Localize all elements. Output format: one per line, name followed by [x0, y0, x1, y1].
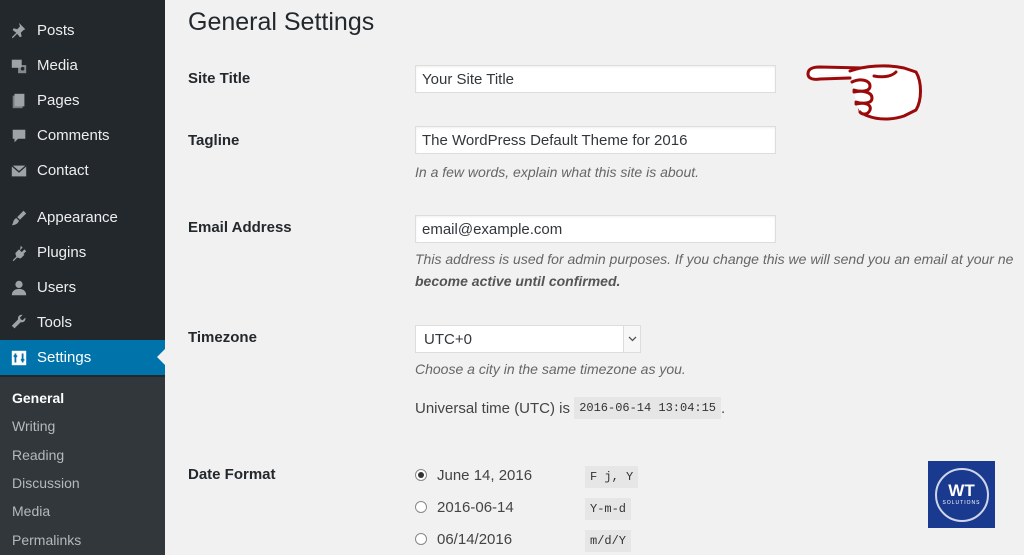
sidebar-item-posts[interactable]: Posts	[0, 13, 165, 48]
comment-icon	[9, 126, 29, 146]
logo-ring: WT SOLUTIONS	[934, 467, 989, 522]
admin-sidebar: Posts Media Pages Comments Contact Appea…	[0, 0, 165, 555]
sidebar-item-users[interactable]: Users	[0, 270, 165, 305]
sidebar-item-label: Pages	[37, 92, 80, 109]
sidebar-item-plugins[interactable]: Plugins	[0, 235, 165, 270]
site-title-input[interactable]	[415, 65, 776, 93]
site-title-label: Site Title	[188, 70, 251, 87]
pointing-hand-icon	[806, 64, 922, 121]
radio-button-checked[interactable]	[415, 469, 427, 481]
sidebar-item-comments[interactable]: Comments	[0, 118, 165, 153]
date-format-code: F j, Y	[585, 466, 639, 488]
pages-icon	[9, 91, 29, 111]
sidebar-item-label: Comments	[37, 127, 110, 144]
sidebar-item-label: Appearance	[37, 209, 118, 226]
radio-button[interactable]	[415, 501, 427, 513]
envelope-icon	[9, 161, 29, 181]
settings-icon	[9, 348, 29, 368]
submenu-item-discussion[interactable]: Discussion	[12, 475, 80, 491]
email-input[interactable]	[415, 215, 776, 243]
timezone-description: Choose a city in the same timezone as yo…	[415, 361, 686, 377]
email-description-strong: become active until confirmed.	[415, 273, 621, 289]
date-format-label: Date Format	[188, 466, 276, 483]
page-title: General Settings	[188, 8, 375, 36]
date-format-option[interactable]: June 14, 2016	[415, 464, 532, 486]
date-format-option-label: 06/14/2016	[437, 530, 513, 548]
sidebar-item-pages[interactable]: Pages	[0, 83, 165, 118]
utc-suffix: .	[721, 399, 726, 417]
wrench-icon	[9, 313, 29, 333]
utc-time-code: 2016-06-14 13:04:15	[574, 397, 722, 419]
utc-prefix: Universal time (UTC) is	[415, 399, 571, 417]
date-format-option-label: 2016-06-14	[437, 498, 514, 516]
sidebar-item-label: Plugins	[37, 244, 87, 261]
sidebar-item-contact[interactable]: Contact	[0, 153, 165, 188]
brush-icon	[9, 208, 29, 228]
user-icon	[9, 278, 29, 298]
sidebar-item-label: Users	[37, 279, 77, 296]
sidebar-item-settings[interactable]: Settings	[0, 340, 165, 375]
sidebar-item-label: Posts	[37, 22, 75, 39]
date-format-option[interactable]: 06/14/2016	[415, 528, 512, 550]
pushpin-icon	[9, 21, 29, 41]
sidebar-item-label: Tools	[37, 314, 73, 331]
timezone-label: Timezone	[188, 329, 257, 346]
timezone-selected-value: UTC+0	[424, 330, 472, 348]
tagline-input[interactable]	[415, 126, 776, 154]
sidebar-item-label: Contact	[37, 162, 89, 179]
submenu-item-media[interactable]: Media	[12, 503, 50, 519]
media-icon	[9, 56, 29, 76]
utc-time-line: Universal time (UTC) is 2016-06-14 13:04…	[415, 397, 725, 419]
radio-button[interactable]	[415, 533, 427, 545]
date-format-code: Y-m-d	[585, 498, 632, 520]
logo-text: WT	[948, 480, 975, 500]
date-format-option[interactable]: 2016-06-14	[415, 496, 514, 518]
tagline-label: Tagline	[188, 132, 240, 149]
sidebar-item-tools[interactable]: Tools	[0, 305, 165, 340]
submenu-item-reading[interactable]: Reading	[12, 447, 64, 463]
timezone-select[interactable]: UTC+0	[415, 325, 641, 353]
sidebar-item-appearance[interactable]: Appearance	[0, 200, 165, 235]
logo-subtext: SOLUTIONS	[942, 499, 981, 506]
sidebar-item-label: Media	[37, 57, 78, 74]
email-description: This address is used for admin purposes.…	[415, 251, 1014, 267]
settings-submenu: General Writing Reading Discussion Media…	[0, 377, 165, 555]
email-label: Email Address	[188, 219, 292, 236]
wt-solutions-logo: WT SOLUTIONS	[928, 461, 995, 528]
submenu-item-writing[interactable]: Writing	[12, 418, 55, 434]
chevron-down-icon	[623, 326, 640, 352]
date-format-option-label: June 14, 2016	[437, 466, 533, 484]
submenu-item-permalinks[interactable]: Permalinks	[12, 532, 81, 548]
plug-icon	[9, 243, 29, 263]
submenu-item-general[interactable]: General	[12, 390, 64, 406]
sidebar-item-label: Settings	[37, 349, 92, 366]
sidebar-item-media[interactable]: Media	[0, 48, 165, 83]
date-format-code: m/d/Y	[585, 530, 632, 552]
tagline-description: In a few words, explain what this site i…	[415, 164, 700, 180]
